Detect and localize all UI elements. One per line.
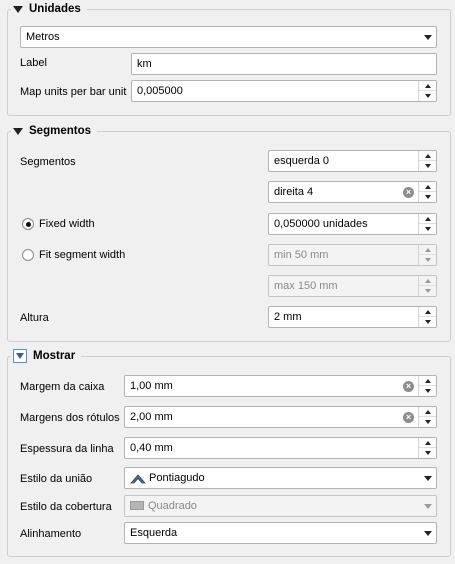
- collapse-arrow-icon[interactable]: [13, 5, 23, 13]
- mostrar-header[interactable]: Mostrar: [11, 349, 82, 363]
- miter-join-icon: [130, 474, 146, 484]
- fixed-width-label: Fixed width: [39, 218, 95, 230]
- alinhamento-combo[interactable]: Esquerda: [124, 522, 437, 544]
- spinbox-buttons[interactable]: [418, 307, 436, 327]
- spinbox-buttons[interactable]: [418, 214, 436, 234]
- margens-rotulos-label: Margens dos rótulos: [20, 412, 120, 424]
- spin-down-icon[interactable]: [419, 286, 436, 296]
- altura-value: 2 mm: [274, 311, 302, 323]
- espessura-spinbox[interactable]: 0,40 mm: [124, 437, 437, 459]
- alinhamento-label: Alinhamento: [20, 528, 82, 540]
- units-combo-value: Metros: [26, 31, 60, 43]
- spinbox-buttons[interactable]: [418, 151, 436, 171]
- estilo-uniao-label: Estilo da união: [20, 473, 93, 485]
- estilo-cobertura-value: Quadrado: [148, 500, 197, 512]
- unidades-header[interactable]: Unidades: [11, 2, 87, 16]
- segments-right-value: direita 4: [274, 186, 314, 198]
- estilo-cobertura-label: Estilo da cobertura: [20, 501, 112, 513]
- spin-up-icon[interactable]: [419, 81, 436, 91]
- spin-down-icon[interactable]: [419, 224, 436, 234]
- spin-down-icon[interactable]: [419, 386, 436, 396]
- espessura-value: 0,40 mm: [130, 442, 173, 454]
- units-combo[interactable]: Metros: [20, 26, 437, 48]
- estilo-uniao-combo[interactable]: Pontiagudo: [124, 467, 437, 489]
- spin-up-icon[interactable]: [419, 151, 436, 161]
- spin-down-icon[interactable]: [419, 448, 436, 458]
- spin-up-icon[interactable]: [419, 276, 436, 286]
- map-units-spinbox[interactable]: 0,005000: [131, 80, 437, 102]
- square-cap-icon: [130, 500, 144, 510]
- spin-up-icon[interactable]: [419, 307, 436, 317]
- chevron-down-icon: [424, 531, 432, 536]
- clear-icon[interactable]: ×: [403, 381, 414, 392]
- chevron-down-icon: [424, 504, 432, 509]
- margens-rotulos-spinbox[interactable]: 2,00 mm ×: [124, 406, 437, 428]
- margem-caixa-value: 1,00 mm: [130, 380, 173, 392]
- spin-up-icon[interactable]: [419, 376, 436, 386]
- min-width-spinbox[interactable]: min 50 mm: [268, 244, 437, 266]
- mostrar-title: Mostrar: [33, 350, 76, 362]
- spin-up-icon[interactable]: [419, 438, 436, 448]
- estilo-cobertura-combo[interactable]: Quadrado: [124, 495, 437, 517]
- margens-rotulos-value: 2,00 mm: [130, 411, 173, 423]
- spin-down-icon[interactable]: [419, 417, 436, 427]
- fit-segment-width-radio[interactable]: [22, 249, 34, 261]
- max-width-value: max 150 mm: [274, 280, 338, 292]
- espessura-label: Espessura da linha: [20, 443, 114, 455]
- chevron-down-icon: [424, 35, 432, 40]
- fixed-width-radio[interactable]: [22, 218, 34, 230]
- alinhamento-value: Esquerda: [130, 527, 178, 539]
- fit-segment-width-label: Fit segment width: [39, 249, 126, 261]
- altura-spinbox[interactable]: 2 mm: [268, 306, 437, 328]
- segmentos-header[interactable]: Segmentos: [11, 124, 97, 138]
- spin-up-icon[interactable]: [419, 407, 436, 417]
- collapse-arrow-icon[interactable]: [13, 127, 23, 135]
- segments-left-value: esquerda 0: [274, 155, 330, 167]
- spinbox-buttons[interactable]: [418, 376, 436, 396]
- altura-label: Altura: [20, 312, 49, 324]
- spin-up-icon[interactable]: [419, 182, 436, 192]
- collapse-arrow-icon[interactable]: [13, 349, 27, 363]
- label-label: Label: [20, 57, 47, 69]
- spin-up-icon[interactable]: [419, 245, 436, 255]
- segments-left-spinbox[interactable]: esquerda 0: [268, 150, 437, 172]
- spinbox-buttons[interactable]: [418, 245, 436, 265]
- spinbox-buttons[interactable]: [418, 182, 436, 202]
- min-width-value: min 50 mm: [274, 249, 329, 261]
- spinbox-buttons[interactable]: [418, 438, 436, 458]
- max-width-spinbox[interactable]: max 150 mm: [268, 275, 437, 297]
- spin-down-icon[interactable]: [419, 91, 436, 101]
- clear-icon[interactable]: ×: [403, 412, 414, 423]
- spinbox-buttons[interactable]: [418, 81, 436, 101]
- margem-caixa-label: Margem da caixa: [20, 381, 105, 393]
- segmentos-title: Segmentos: [29, 125, 91, 137]
- clear-icon[interactable]: ×: [403, 187, 414, 198]
- spin-down-icon[interactable]: [419, 161, 436, 171]
- margem-caixa-spinbox[interactable]: 1,00 mm ×: [124, 375, 437, 397]
- segments-right-spinbox[interactable]: direita 4 ×: [268, 181, 437, 203]
- fixed-width-value: 0,050000 unidades: [274, 218, 368, 230]
- spin-down-icon[interactable]: [419, 192, 436, 202]
- map-units-label: Map units per bar unit: [20, 86, 127, 98]
- spin-down-icon[interactable]: [419, 255, 436, 265]
- estilo-uniao-value: Pontiagudo: [149, 472, 205, 484]
- map-units-value: 0,005000: [137, 85, 183, 97]
- fixed-width-spinbox[interactable]: 0,050000 unidades: [268, 213, 437, 235]
- label-input-value: km: [137, 58, 152, 70]
- spinbox-buttons[interactable]: [418, 407, 436, 427]
- spin-up-icon[interactable]: [419, 214, 436, 224]
- label-input[interactable]: km: [131, 53, 437, 75]
- segmentos-label: Segmentos: [20, 156, 76, 168]
- spin-down-icon[interactable]: [419, 317, 436, 327]
- chevron-down-icon: [424, 476, 432, 481]
- spinbox-buttons[interactable]: [418, 276, 436, 296]
- unidades-title: Unidades: [29, 3, 81, 15]
